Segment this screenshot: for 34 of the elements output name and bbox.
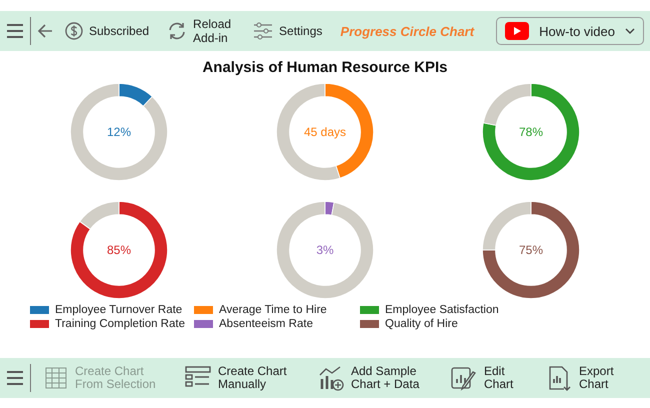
donut-value: 12% <box>106 125 132 139</box>
legend-label: Absenteeism Rate <box>219 318 313 330</box>
legend-label: Employee Turnover Rate <box>55 304 182 316</box>
toolbar-button[interactable]: Reload Add-in <box>161 16 242 46</box>
donut-value: 45 days <box>304 125 346 139</box>
reload-icon <box>167 21 188 41</box>
play-icon <box>505 22 530 40</box>
dollar-coin-icon <box>65 22 83 40</box>
donut-value: 75% <box>518 243 544 257</box>
app-title: Progress Circle Chart <box>340 24 476 38</box>
donut-value: 85% <box>106 243 132 257</box>
video-dropdown[interactable]: How-to video <box>496 17 644 45</box>
legend-label: Average Time to Hire <box>219 304 327 316</box>
ribbon-button[interactable]: Export Chart <box>541 364 630 392</box>
table-icon <box>44 366 68 390</box>
toolbar-button[interactable]: Settings <box>247 22 328 40</box>
chart-plus-icon <box>318 365 344 391</box>
sliders-icon <box>253 22 274 40</box>
chart-download-icon <box>548 365 572 391</box>
chart-title: Analysis of Human Resource KPIs <box>202 59 448 76</box>
back-arrow-icon[interactable] <box>37 23 53 39</box>
legend-label: Employee Satisfaction <box>385 304 499 316</box>
menu-icon[interactable] <box>6 23 24 39</box>
menu-icon[interactable] <box>6 370 24 386</box>
donut-value: 78% <box>518 125 544 139</box>
chart-pencil-icon <box>451 365 477 391</box>
legend-label: Quality of Hire <box>385 318 458 330</box>
ribbon-button[interactable]: Create Chart Manually <box>178 364 305 392</box>
donut-value: 3% <box>316 243 334 257</box>
ribbon-button[interactable]: Edit Chart <box>444 364 535 392</box>
toolbar-button[interactable]: Subscribed <box>59 22 156 40</box>
legend-label: Training Completion Rate <box>55 318 185 330</box>
ribbon-button[interactable]: Add Sample Chart + Data <box>311 364 438 392</box>
chevron-down-icon <box>625 28 635 34</box>
